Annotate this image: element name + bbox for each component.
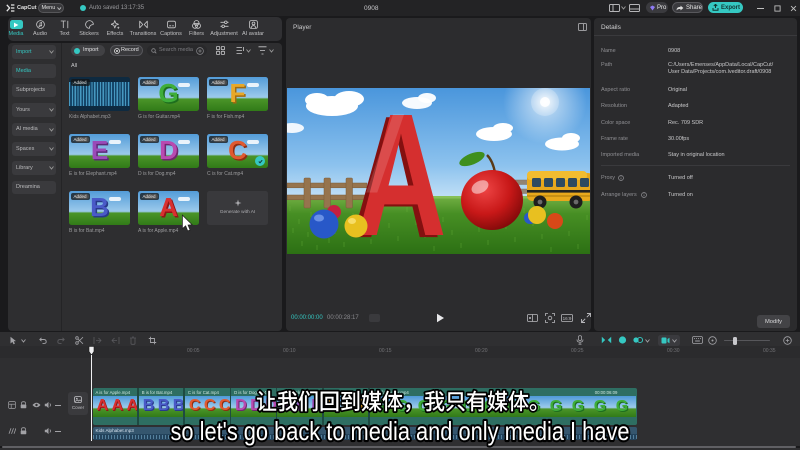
svg-text:so let's go back to media and: so let's go back to media and only media…: [171, 416, 630, 446]
